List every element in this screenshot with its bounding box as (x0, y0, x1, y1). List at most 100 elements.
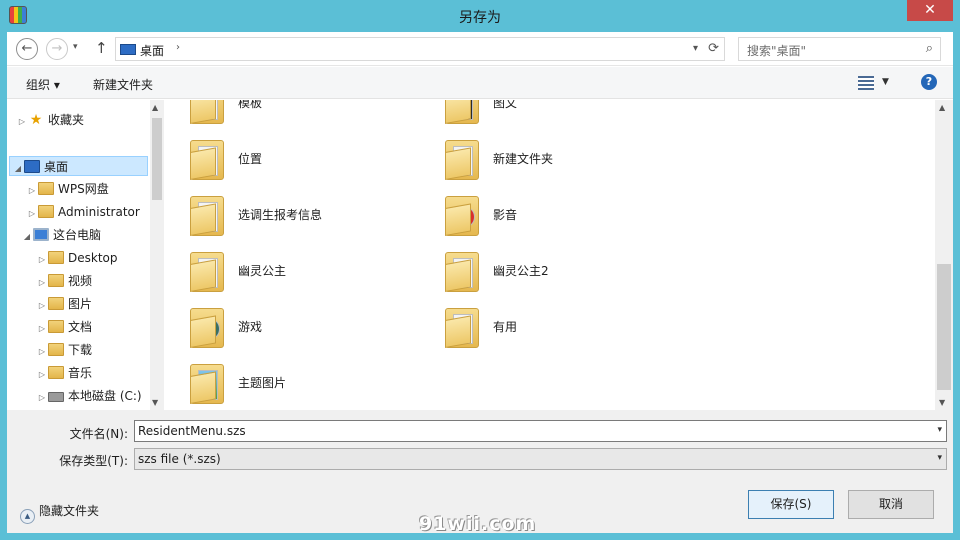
expand-toggle-icon[interactable]: ▷ (36, 250, 48, 270)
nav-item-label: 图片 (68, 297, 93, 311)
filename-value[interactable]: ResidentMenu.szs (138, 424, 246, 438)
file-name: 幽灵公主 (238, 264, 287, 278)
breadcrumb-chevron-icon[interactable]: › (176, 42, 180, 53)
file-item[interactable]: 选调生报考信息 (190, 190, 430, 240)
nav-scrollbar[interactable]: ▲ ▼ (150, 100, 164, 410)
nav-item-label: 视频 (68, 274, 93, 288)
search-input[interactable]: 搜索"桌面" ⌕ (738, 37, 941, 61)
expand-toggle-icon[interactable]: ▷ (36, 342, 48, 362)
file-item[interactable]: 游戏 (190, 302, 430, 352)
nav-item-label: 桌面 (44, 160, 69, 174)
expand-toggle-icon[interactable]: ▷ (26, 204, 38, 224)
nav-item[interactable]: ▷ Desktop (36, 248, 118, 268)
expand-toggle-icon[interactable]: ◢ (12, 159, 24, 179)
folder-icon (48, 343, 64, 356)
file-item[interactable]: 图文 (445, 100, 685, 128)
forward-button[interactable]: → (46, 38, 68, 60)
file-item[interactable]: 幽灵公主2 (445, 246, 685, 296)
nav-item-label: Desktop (68, 251, 118, 265)
folder-icon (445, 140, 479, 180)
file-name: 图文 (493, 100, 518, 110)
expand-toggle-icon[interactable]: ▷ (26, 181, 38, 201)
nav-scroll-thumb[interactable] (152, 118, 162, 200)
file-item[interactable]: 位置 (190, 134, 430, 184)
expand-toggle-icon[interactable]: ▷ (16, 112, 28, 132)
expand-toggle-icon[interactable]: ◢ (21, 227, 33, 247)
folder-icon (190, 100, 224, 124)
collapse-icon[interactable]: ▲ (20, 509, 35, 524)
filetype-select[interactable]: szs file (*.szs) ▾ (134, 448, 947, 470)
hide-folders-toggle[interactable]: ▲ 隐藏文件夹 (20, 502, 99, 524)
user-folder-icon (38, 205, 54, 218)
path-dropdown-icon[interactable]: ▾ (693, 43, 698, 54)
file-item[interactable]: 新建文件夹 (445, 134, 685, 184)
folder-icon (190, 252, 224, 292)
scroll-down-icon[interactable]: ▼ (152, 398, 158, 407)
file-scrollbar[interactable]: ▲ ▼ (935, 100, 953, 410)
nav-item[interactable]: ▷ 本地磁盘 (C:) (36, 386, 142, 406)
nav-item[interactable]: ▷ 视频 (36, 271, 92, 291)
nav-item[interactable]: ▷ WPS网盘 (26, 179, 109, 199)
close-button[interactable]: ✕ (907, 0, 953, 21)
file-name: 位置 (238, 152, 263, 166)
desktop-icon (120, 44, 136, 55)
view-options-icon[interactable] (858, 76, 874, 90)
back-button[interactable]: ← (16, 38, 38, 60)
file-name: 新建文件夹 (493, 152, 554, 166)
search-icon[interactable]: ⌕ (926, 41, 933, 56)
view-dropdown-icon[interactable]: ▼ (882, 77, 889, 87)
chevron-down-icon[interactable]: ▾ (937, 453, 942, 463)
file-item[interactable]: 有用 (445, 302, 685, 352)
folder-icon (445, 308, 479, 348)
search-placeholder: 搜索"桌面" (747, 44, 807, 58)
nav-item[interactable]: ▷ 图片 (36, 294, 92, 314)
organize-button[interactable]: 组织 ▾ (26, 76, 60, 93)
scroll-down-icon[interactable]: ▼ (939, 398, 945, 407)
nav-item[interactable]: ◢ 这台电脑 (21, 225, 101, 245)
scroll-up-icon[interactable]: ▲ (152, 103, 158, 112)
file-scroll-thumb[interactable] (937, 264, 951, 390)
expand-toggle-icon[interactable]: ▷ (36, 273, 48, 293)
save-button[interactable]: 保存(S) (748, 490, 834, 519)
recent-locations-dropdown[interactable]: ▾ (73, 42, 78, 52)
file-item[interactable]: 模板 (190, 100, 430, 128)
desktop-icon (24, 160, 40, 173)
folder-icon (190, 140, 224, 180)
file-item[interactable]: 幽灵公主 (190, 246, 430, 296)
nav-item[interactable]: ▷ 下载 (36, 340, 92, 360)
file-name: 游戏 (238, 320, 263, 334)
file-name: 模板 (238, 100, 263, 110)
file-item[interactable]: 影音 (445, 190, 685, 240)
folder-icon (48, 274, 64, 287)
nav-item[interactable]: ▷ Administrator (26, 202, 140, 222)
file-item[interactable]: 主题图片 (190, 358, 430, 408)
star-icon: ★ (29, 112, 43, 128)
chevron-down-icon[interactable]: ▾ (937, 425, 942, 435)
new-folder-button[interactable]: 新建文件夹 (93, 76, 153, 93)
refresh-icon[interactable]: ⟳ (708, 41, 719, 56)
filetype-value[interactable]: szs file (*.szs) (138, 452, 221, 466)
scroll-up-icon[interactable]: ▲ (939, 103, 945, 112)
filename-field[interactable]: ResidentMenu.szs ▾ (134, 420, 947, 442)
path-box[interactable]: 桌面 › ▾ ⟳ (115, 37, 725, 61)
folder-icon (48, 251, 64, 264)
nav-item[interactable]: ◢ 桌面 (9, 156, 148, 176)
folder-dark-icon (445, 100, 479, 124)
hide-folders-label[interactable]: 隐藏文件夹 (39, 504, 99, 518)
nav-item[interactable]: ▷ ★ 收藏夹 (16, 110, 84, 130)
cancel-button[interactable]: 取消 (848, 490, 934, 519)
expand-toggle-icon[interactable]: ▷ (36, 296, 48, 316)
watermark: 91wii.com (419, 513, 537, 535)
breadcrumb-desktop[interactable]: 桌面 (140, 42, 164, 59)
address-bar: ← → ▾ ↑ 桌面 › ▾ ⟳ 搜索"桌面" ⌕ (7, 32, 953, 66)
nav-item[interactable]: ▷ 文档 (36, 317, 92, 337)
expand-toggle-icon[interactable]: ▷ (36, 365, 48, 385)
nav-item-label: WPS网盘 (58, 182, 109, 196)
expand-toggle-icon[interactable]: ▷ (36, 388, 48, 408)
save-dialog: ← → ▾ ↑ 桌面 › ▾ ⟳ 搜索"桌面" ⌕ 组织 ▾ 新建文件夹 ▼ ?… (7, 32, 953, 533)
up-button[interactable]: ↑ (95, 39, 108, 57)
nav-item-label: 音乐 (68, 366, 93, 380)
help-icon[interactable]: ? (921, 74, 937, 90)
expand-toggle-icon[interactable]: ▷ (36, 319, 48, 339)
nav-item[interactable]: ▷ 音乐 (36, 363, 92, 383)
